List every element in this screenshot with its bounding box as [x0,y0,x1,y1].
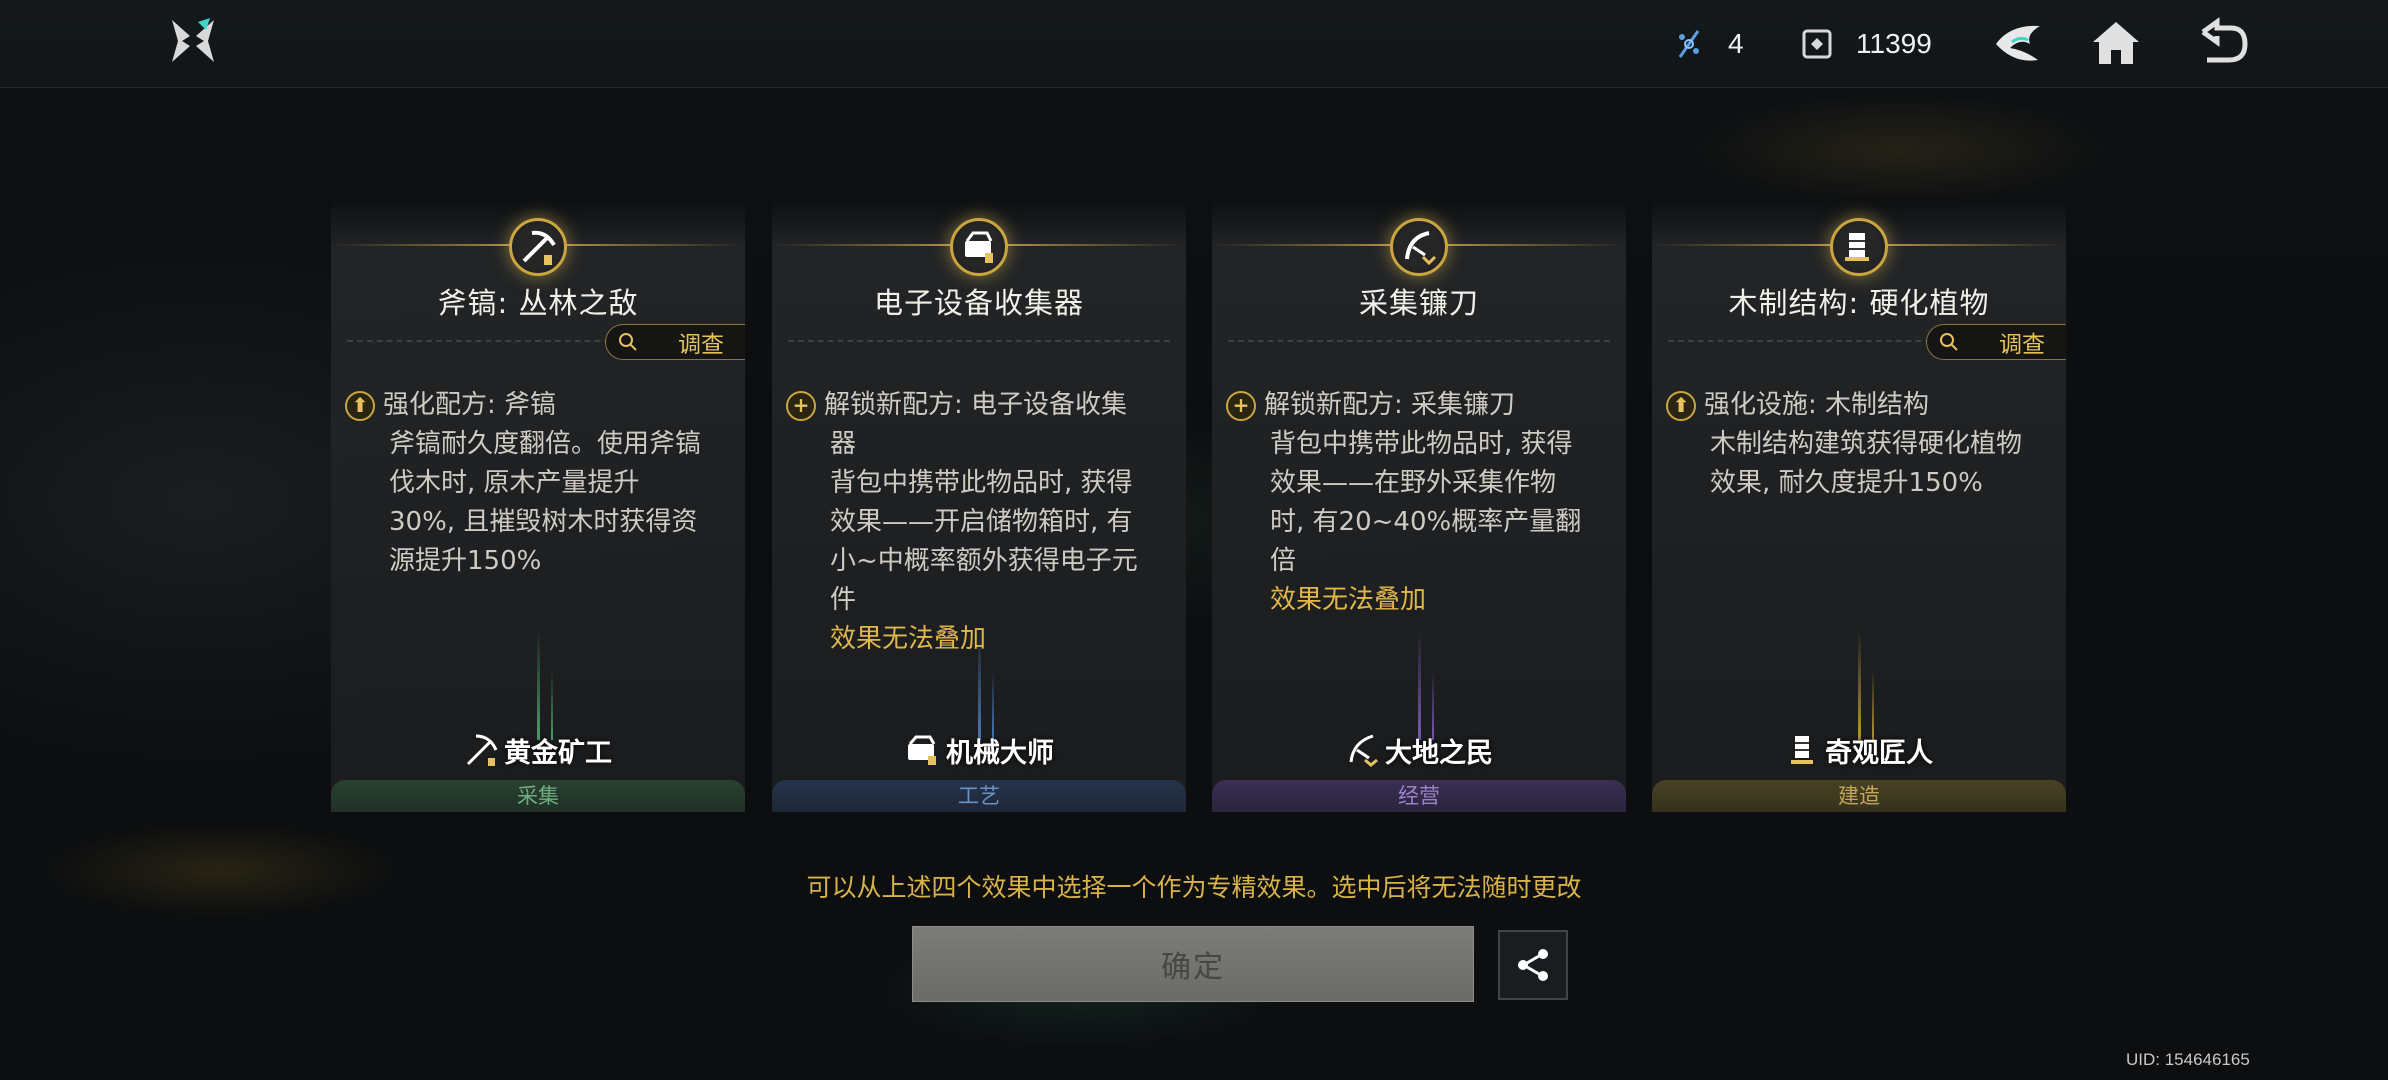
effect-line: 时, 有20~40%概率产量翻 [1270,507,1582,537]
role-name: 黄金矿工 [504,737,612,769]
category-tab: 经营 [1212,780,1626,812]
stack-warning: 效果无法叠加 [1270,585,1427,615]
effect-block: ⬆ 强化配方: 斧镐 斧镐耐久度翻倍。使用斧镐 伐木时, 原木产量提升 30%,… [345,386,735,581]
currency-icon [1802,29,1832,59]
effect-line: 件 [830,585,857,615]
effect-block: ⬆ 强化设施: 木制结构 木制结构建筑获得硬化植物 效果, 耐久度提升150% [1666,386,2056,503]
effect-line: 器 [830,429,857,459]
search-icon [1940,333,1958,351]
gear-device-icon [908,735,936,765]
crystal-resource: 4 [1672,22,1744,66]
effect-line: 源提升150% [389,546,542,576]
category-tab: 建造 [1652,780,2066,812]
specialty-card-4[interactable]: 木制结构: 硬化植物 调查 ⬆ 强化设施: 木制结构 木制结构建筑获得硬化植物 … [1652,200,2066,812]
share-icon [1518,949,1548,981]
effect-line: 背包中携带此物品时, 获得 [830,468,1133,498]
card-title: 木制结构: 硬化植物 [1728,286,1990,320]
upgrade-icon: ⬆ [345,390,375,421]
inspect-label: 调查 [1999,332,2045,358]
pickaxe-icon [522,230,556,265]
effect-head: 强化配方: 斧镐 [383,390,557,420]
card-title: 斧镐: 丛林之敌 [437,286,639,320]
sickle-icon [1349,734,1378,767]
card-title: 采集镰刀 [1358,286,1479,320]
selection-note: 可以从上述四个效果中选择一个作为专精效果。选中后将无法随时更改 [806,873,1582,902]
effect-line: 小~中概率额外获得电子元 [830,546,1138,576]
effect-block: + 解锁新配方: 电子设备收集 器 背包中携带此物品时, 获得 效果——开启储物… [786,386,1176,659]
light-beam [1418,630,1421,740]
upgrade-icon: ⬆ [1666,390,1696,421]
inspect-button[interactable]: 调查 [605,324,745,360]
back-icon[interactable] [2193,14,2251,72]
effect-head: 解锁新配方: 采集镰刀 [1264,390,1516,420]
search-icon [619,333,637,351]
specialty-card-1[interactable]: 斧镐: 丛林之敌 调查 ⬆ 强化配方: 斧镐 斧镐耐久度翻倍。使用斧镐 伐木时,… [331,200,745,812]
effect-line: 效果, 耐久度提升150% [1710,468,1983,498]
effect-line: 木制结构建筑获得硬化植物 [1710,429,2023,459]
role-name: 奇观匠人 [1825,737,1933,769]
role-label: 大地之民 [1212,730,1626,770]
role-label: 黄金矿工 [331,730,745,770]
specialty-card-3[interactable]: 采集镰刀 + 解锁新配方: 采集镰刀 背包中携带此物品时, 获得 效果——在野外… [1212,200,1626,812]
effect-line: 30%, 且摧毁树木时获得资 [389,507,698,537]
confirm-button[interactable]: 确定 [912,926,1474,1002]
effect-line: 效果——开启储物箱时, 有 [830,507,1133,537]
currency-count: 11399 [1856,28,1932,59]
card-divider [788,340,1170,342]
role-label: 机械大师 [772,730,1186,770]
currency-resource: 11399 [1800,22,1932,66]
effect-block: + 解锁新配方: 采集镰刀 背包中携带此物品时, 获得 效果——在野外采集作物 … [1226,386,1616,620]
effect-line: 斧镐耐久度翻倍。使用斧镐 [389,429,702,459]
card-badge [1390,218,1448,276]
effect-line: 效果——在野外采集作物 [1270,468,1557,498]
role-name: 机械大师 [946,737,1054,769]
role-name: 大地之民 [1385,737,1493,769]
role-label: 奇观匠人 [1652,730,2066,770]
light-beam [1858,630,1861,740]
effect-line: 倍 [1270,546,1297,576]
user-id: UID: 154646165 [2126,1050,2250,1069]
category-tab: 工艺 [772,780,1186,812]
inspect-label: 调查 [678,332,724,358]
effect-line: 伐木时, 原木产量提升 [389,468,640,498]
category-tab: 采集 [331,780,745,812]
plus-icon: + [786,390,816,421]
emblem-icon[interactable] [1990,14,2048,72]
device-collector-icon [965,231,993,263]
card-title: 电子设备收集器 [873,286,1084,320]
light-beam [537,630,540,740]
specialty-card-2[interactable]: 电子设备收集器 + 解锁新配方: 电子设备收集 器 背包中携带此物品时, 获得 … [772,200,1186,812]
wood-structure-icon [1791,736,1813,764]
sickle-icon [1405,231,1437,266]
share-button[interactable] [1498,930,1568,1000]
card-badge [950,218,1008,276]
top-bar: 4 11399 [0,0,2388,88]
effect-head: 解锁新配方: 电子设备收集 [824,390,1128,420]
home-icon[interactable] [2087,14,2145,72]
pickaxe-icon [466,734,498,766]
card-badge [1830,218,1888,276]
light-beam [978,630,981,740]
stack-warning: 效果无法叠加 [830,624,987,654]
card-divider [1228,340,1610,342]
crystal-count: 4 [1728,28,1744,59]
effect-line: 背包中携带此物品时, 获得 [1270,429,1573,459]
inspect-button[interactable]: 调查 [1926,324,2066,360]
crystal-icon [1678,30,1700,58]
game-logo-icon[interactable] [168,16,218,66]
wood-structure-icon [1845,233,1869,261]
plus-icon: + [1226,390,1256,421]
card-badge [509,218,567,276]
effect-head: 强化设施: 木制结构 [1704,390,1930,420]
